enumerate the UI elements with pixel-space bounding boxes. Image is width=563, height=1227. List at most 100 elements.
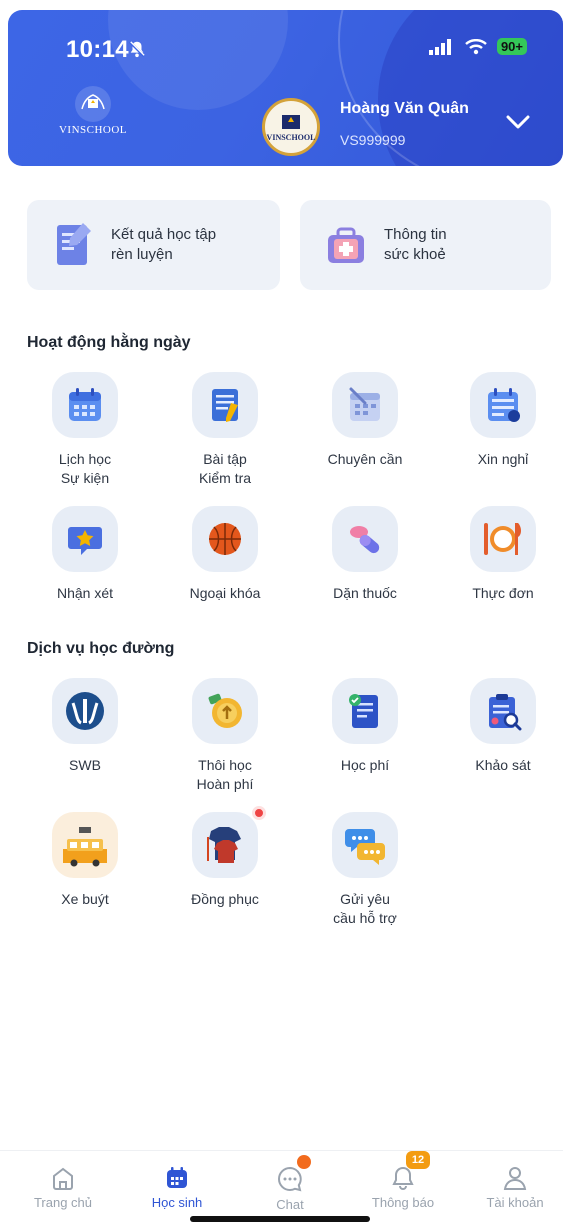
tile-label: Khảo sát xyxy=(475,757,531,773)
tile-label: Đồng phục xyxy=(191,891,259,907)
swb-logo-icon xyxy=(66,692,104,730)
calendar-icon xyxy=(69,388,101,421)
tile-label: Thôi học Hoàn phí xyxy=(196,757,254,792)
nav-label: Thông báo xyxy=(371,1195,435,1210)
student-avatar[interactable]: VINSCHOOL xyxy=(262,98,320,156)
tile-label: Thực đơn xyxy=(472,585,534,601)
tile-label: Gửi yêu cầu hỗ trợ xyxy=(333,891,397,926)
tile-icon-box xyxy=(332,812,398,878)
home-indicator[interactable] xyxy=(190,1216,370,1222)
tuition-invoice-icon xyxy=(349,694,378,728)
avatar-text: VINSCHOOL xyxy=(266,132,316,142)
tile-icon-box xyxy=(332,678,398,744)
tile-uniform[interactable]: Đồng phục xyxy=(165,806,285,909)
nav-account[interactable]: Tài khoản xyxy=(470,1165,560,1210)
quick-card-label: Kết quả học tập rèn luyện xyxy=(111,226,217,263)
tile-extracurricular[interactable]: Ngoại khóa xyxy=(165,506,285,603)
nav-label: Chat xyxy=(276,1197,304,1212)
tile-icon-box xyxy=(470,372,536,438)
study-results-card[interactable]: Kết quả học tập rèn luyện xyxy=(27,200,280,290)
tile-icon-box xyxy=(470,506,536,572)
tile-label: Học phí xyxy=(340,757,390,773)
notification-count-badge: 12 xyxy=(406,1151,430,1169)
school-bus-icon xyxy=(63,827,107,867)
tile-label: Bài tập Kiểm tra xyxy=(198,451,252,486)
tile-icon-box xyxy=(470,678,536,744)
tile-icon-box xyxy=(192,506,258,572)
school-crest-icon xyxy=(282,114,300,129)
tile-label: Dặn thuốc xyxy=(333,585,397,601)
tile-label: Ngoại khóa xyxy=(189,585,261,601)
tile-refund[interactable]: Thôi học Hoàn phí xyxy=(165,678,285,794)
nav-notifications[interactable]: 12 Thông báo xyxy=(358,1151,448,1210)
tile-icon-box xyxy=(332,506,398,572)
wifi-icon xyxy=(465,38,487,54)
tile-icon-box xyxy=(192,678,258,744)
new-indicator-dot xyxy=(252,806,266,820)
nav-chat[interactable]: Chat xyxy=(245,1155,335,1212)
basketball-icon xyxy=(209,523,241,555)
nav-student[interactable]: Học sinh xyxy=(132,1165,222,1210)
status-indicators: 90+ xyxy=(428,38,527,55)
battery-indicator: 90+ xyxy=(496,38,527,55)
comment-star-icon xyxy=(68,527,102,555)
nav-label: Trang chủ xyxy=(33,1195,93,1210)
attendance-icon xyxy=(349,387,380,421)
support-chat-icon xyxy=(345,829,385,865)
student-id: VS999999 xyxy=(340,132,406,148)
tile-label: Nhận xét xyxy=(56,585,114,601)
uniform-shirt-icon xyxy=(207,827,241,863)
tile-swb[interactable]: SWB xyxy=(25,678,145,775)
nav-label: Tài khoản xyxy=(486,1195,544,1210)
tile-icon-box xyxy=(192,372,258,438)
leave-request-icon xyxy=(488,388,520,422)
chevron-down-icon[interactable] xyxy=(504,112,532,132)
tile-icon-box xyxy=(332,372,398,438)
section-title-services: Dịch vụ học đường xyxy=(27,640,175,657)
tile-label: SWB xyxy=(69,757,101,773)
user-account-icon xyxy=(503,1167,527,1190)
tile-comments[interactable]: Nhận xét xyxy=(25,506,145,603)
student-name[interactable]: Hoàng Văn Quân xyxy=(340,100,469,118)
school-logo: VINSCHOOL xyxy=(50,86,136,152)
nav-home[interactable]: Trang chủ xyxy=(18,1165,108,1210)
tile-icon-box xyxy=(52,506,118,572)
tile-label: Chuyên cần xyxy=(327,451,403,467)
tile-menu[interactable]: Thực đơn xyxy=(443,506,563,603)
meal-plate-icon xyxy=(484,523,521,555)
nav-label: Học sinh xyxy=(151,1195,203,1210)
tile-bus[interactable]: Xe buýt xyxy=(25,812,145,909)
school-crest-icon xyxy=(75,86,111,122)
home-icon xyxy=(53,1167,73,1190)
report-document-icon xyxy=(57,223,91,265)
tile-icon-box xyxy=(192,806,266,878)
survey-clipboard-icon xyxy=(489,694,522,731)
refund-coin-icon xyxy=(208,693,242,728)
chat-bubble-icon xyxy=(278,1166,302,1192)
tile-icon-box xyxy=(52,372,118,438)
tile-icon-box xyxy=(52,812,118,878)
homework-icon xyxy=(212,389,238,422)
student-calendar-icon xyxy=(167,1167,187,1188)
tile-label: Lịch học Sự kiện xyxy=(58,451,112,486)
tile-homework[interactable]: Bài tập Kiểm tra xyxy=(165,372,285,488)
health-info-card[interactable]: Thông tin sức khoẻ xyxy=(300,200,551,290)
tile-leave[interactable]: Xin nghỉ xyxy=(443,372,563,469)
tile-label: Xe buýt xyxy=(61,891,109,907)
status-time: 10:14 xyxy=(66,36,129,63)
tile-attendance[interactable]: Chuyên cần xyxy=(305,372,425,469)
tile-icon-box xyxy=(52,678,118,744)
section-title-daily: Hoạt động hằng ngày xyxy=(27,334,191,351)
tile-support[interactable]: Gửi yêu cầu hỗ trợ xyxy=(305,812,425,928)
tile-tuition[interactable]: Học phí xyxy=(305,678,425,775)
silent-mode-icon xyxy=(128,40,146,58)
tile-label: Xin nghỉ xyxy=(477,451,529,467)
school-logo-text: VINSCHOOL xyxy=(58,124,128,136)
tile-schedule[interactable]: Lịch học Sự kiện xyxy=(25,372,145,488)
pill-icon xyxy=(350,526,380,554)
tile-survey[interactable]: Khảo sát xyxy=(443,678,563,775)
medical-kit-icon xyxy=(328,227,364,263)
signal-icon xyxy=(428,38,451,55)
tile-medicine[interactable]: Dặn thuốc xyxy=(305,506,425,603)
quick-card-label: Thông tin sức khoẻ xyxy=(384,226,447,263)
